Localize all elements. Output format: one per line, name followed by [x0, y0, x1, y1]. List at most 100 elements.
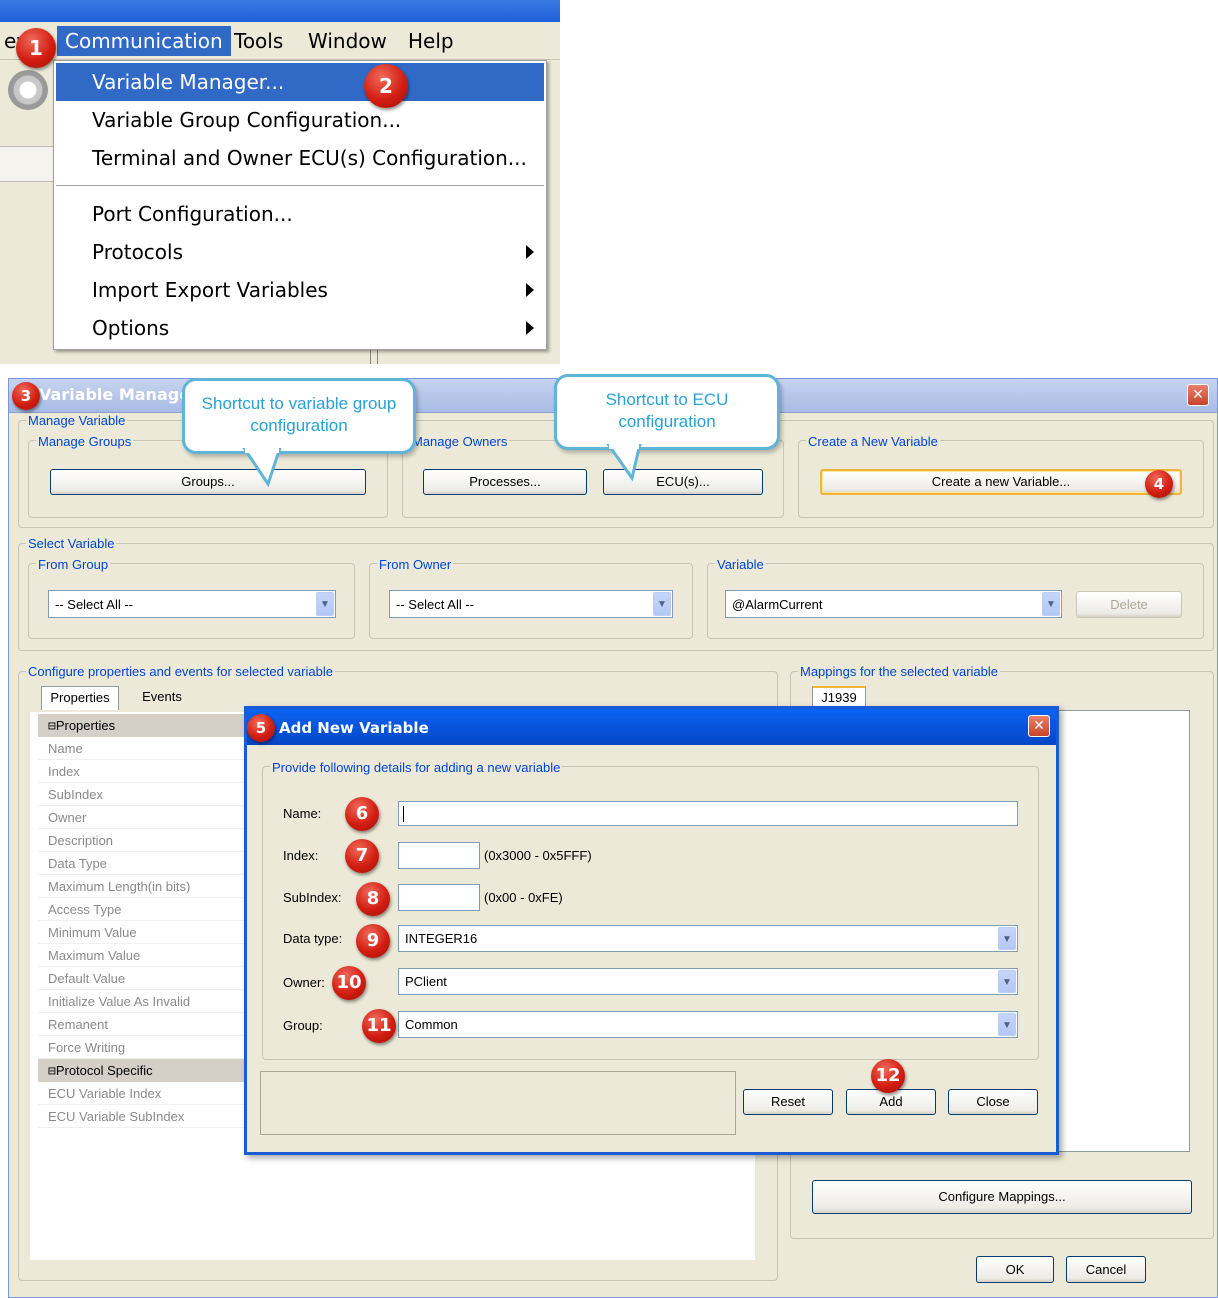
app-titlebar — [0, 0, 560, 22]
name-label: Name: — [283, 806, 322, 821]
property-row[interactable]: Force Writing — [38, 1036, 248, 1059]
cancel-button[interactable]: Cancel — [1066, 1256, 1146, 1283]
configure-mappings-button[interactable]: Configure Mappings... — [812, 1180, 1192, 1214]
property-row[interactable]: Remanent — [38, 1013, 248, 1036]
chevron-down-icon[interactable]: ▼ — [316, 592, 334, 616]
submenu-arrow-icon — [526, 283, 534, 297]
reset-button[interactable]: Reset — [743, 1089, 833, 1115]
status-panel — [260, 1071, 736, 1135]
step-badge-1: 1 — [16, 28, 56, 68]
menu-item-label: Import Export Variables — [92, 278, 328, 302]
menu-item-label: Port Configuration... — [92, 202, 293, 226]
category-label: Protocol Specific — [55, 1063, 153, 1078]
step-badge-5: 5 — [247, 714, 275, 742]
property-row[interactable]: Owner — [38, 806, 248, 829]
menu-communication[interactable]: Communication — [57, 26, 231, 56]
chevron-down-icon[interactable]: ▼ — [998, 1013, 1016, 1036]
property-row[interactable]: ECU Variable SubIndex — [38, 1105, 248, 1128]
property-row[interactable]: Maximum Length(in bits) — [38, 875, 248, 898]
tab-properties[interactable]: Properties — [41, 686, 119, 710]
manage-variable-label: Manage Variable — [26, 413, 128, 428]
submenu-arrow-icon — [526, 245, 534, 259]
subindex-field[interactable] — [398, 884, 480, 911]
property-row[interactable]: Initialize Value As Invalid — [38, 990, 248, 1013]
processes-button[interactable]: Processes... — [423, 469, 587, 495]
menu-item-port-configuration[interactable]: Port Configuration... — [56, 195, 544, 233]
step-badge-8: 8 — [356, 882, 390, 916]
datatype-select[interactable]: INTEGER16 ▼ — [398, 925, 1018, 952]
property-row[interactable]: ECU Variable Index — [38, 1082, 248, 1105]
category-protocol-specific[interactable]: ⊟Protocol Specific — [38, 1059, 248, 1082]
menu-item-variable-group-configuration[interactable]: Variable Group Configuration... — [56, 101, 544, 139]
toolbar-strip — [0, 146, 60, 182]
subindex-label: SubIndex: — [283, 890, 342, 905]
menu-item-import-export-variables[interactable]: Import Export Variables — [56, 271, 544, 309]
variable-value: @AlarmCurrent — [732, 597, 823, 612]
from-owner-label: From Owner — [377, 557, 454, 572]
datatype-value: INTEGER16 — [405, 931, 478, 946]
from-owner-value: -- Select All -- — [396, 597, 475, 612]
group-label: Group: — [283, 1018, 323, 1033]
step-badge-9: 9 — [356, 924, 390, 958]
chevron-down-icon[interactable]: ▼ — [998, 970, 1016, 993]
property-row[interactable]: Description — [38, 829, 248, 852]
owner-label: Owner: — [283, 975, 325, 990]
close-button[interactable]: Close — [948, 1089, 1038, 1115]
owner-value: PClient — [405, 974, 447, 989]
text-cursor — [403, 806, 404, 822]
menu-item-variable-manager[interactable]: Variable Manager... — [56, 63, 544, 101]
menu-help[interactable]: Help — [400, 26, 462, 56]
property-row[interactable]: Access Type — [38, 898, 248, 921]
menu-window[interactable]: Window — [300, 26, 395, 56]
menu-item-protocols[interactable]: Protocols — [56, 233, 544, 271]
variable-select[interactable]: @AlarmCurrent ▼ — [725, 590, 1062, 618]
add-button[interactable]: Add — [846, 1089, 936, 1115]
datatype-label: Data type: — [283, 931, 343, 946]
step-badge-7: 7 — [345, 839, 379, 873]
from-group-label: From Group — [36, 557, 111, 572]
category-properties[interactable]: ⊟Properties — [38, 714, 248, 737]
group-select[interactable]: Common ▼ — [398, 1011, 1018, 1038]
property-row[interactable]: SubIndex — [38, 783, 248, 806]
property-row[interactable]: Maximum Value — [38, 944, 248, 967]
index-label: Index: — [283, 848, 319, 863]
splitter — [370, 350, 378, 364]
step-badge-2: 2 — [364, 64, 408, 108]
group-value: Common — [405, 1017, 458, 1032]
menubar: ew Communication Tools Window Help — [0, 22, 560, 60]
manage-groups-label: Manage Groups — [36, 434, 134, 449]
property-row[interactable]: Name — [38, 737, 248, 760]
menu-item-options[interactable]: Options — [56, 309, 544, 347]
property-row[interactable]: Minimum Value — [38, 921, 248, 944]
menu-item-terminal-owner-ecu-configuration[interactable]: Terminal and Owner ECU(s) Configuration.… — [56, 139, 544, 177]
callout-groups-tail — [242, 448, 282, 488]
property-row[interactable]: Data Type — [38, 852, 248, 875]
create-new-variable-button[interactable]: Create a new Variable... — [820, 469, 1182, 495]
property-row[interactable]: Index — [38, 760, 248, 783]
dialog-titlebar: Add New Variable ✕ — [247, 709, 1056, 745]
from-group-select[interactable]: -- Select All -- ▼ — [48, 590, 336, 618]
menu-item-label: Terminal and Owner ECU(s) Configuration.… — [92, 146, 527, 170]
menu-item-label: Variable Manager... — [92, 70, 285, 94]
groups-button[interactable]: Groups... — [50, 469, 366, 495]
callout-ecu-tail — [606, 444, 642, 482]
index-field[interactable] — [398, 842, 480, 869]
delete-button[interactable]: Delete — [1076, 591, 1182, 618]
menu-tools[interactable]: Tools — [226, 26, 291, 56]
dialog-close-icon[interactable]: ✕ — [1028, 715, 1050, 737]
menu-item-label: Protocols — [92, 240, 184, 264]
tab-events[interactable]: Events — [130, 686, 194, 710]
gear-icon — [8, 70, 48, 110]
chevron-down-icon[interactable]: ▼ — [998, 927, 1016, 950]
name-field[interactable] — [398, 801, 1018, 826]
chevron-down-icon[interactable]: ▼ — [653, 592, 671, 616]
vm-close-button[interactable]: ✕ — [1187, 384, 1209, 406]
property-row[interactable]: Default Value — [38, 967, 248, 990]
owner-select[interactable]: PClient ▼ — [398, 968, 1018, 995]
ok-button[interactable]: OK — [976, 1256, 1054, 1283]
variable-label: Variable — [715, 557, 766, 572]
submenu-arrow-icon — [526, 321, 534, 335]
chevron-down-icon[interactable]: ▼ — [1042, 592, 1060, 616]
from-owner-select[interactable]: -- Select All -- ▼ — [389, 590, 673, 618]
callout-groups: Shortcut to variable group configuration — [182, 378, 416, 454]
